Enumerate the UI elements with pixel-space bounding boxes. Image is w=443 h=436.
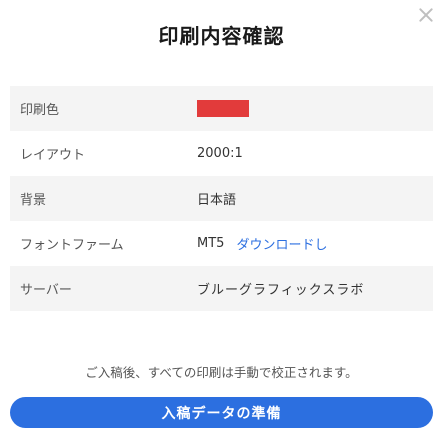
table-row: フォントファーム MT5 ダウンロードし bbox=[10, 221, 433, 266]
row-value bbox=[197, 100, 433, 117]
row-label: フォントファーム bbox=[20, 238, 124, 253]
table-row: サーバー ブルーグラフィックスラボ bbox=[10, 266, 433, 311]
row-label: サーバー bbox=[20, 283, 72, 298]
row-value: MT5 ダウンロードし bbox=[197, 234, 433, 253]
table-row: 背景 日本語 bbox=[10, 176, 433, 221]
table-row: レイアウト 2000:1 bbox=[10, 131, 433, 176]
row-label: 印刷色 bbox=[20, 103, 60, 118]
dialog-title: 印刷内容確認 bbox=[158, 24, 285, 48]
color-swatch bbox=[197, 100, 249, 117]
row-label: レイアウト bbox=[20, 148, 86, 163]
prepare-data-button[interactable]: 入稿データの準備 bbox=[10, 397, 433, 428]
row-value: 2000:1 bbox=[197, 146, 243, 161]
font-code: MT5 bbox=[197, 236, 225, 251]
note-text: ご入稿後、すべての印刷は手動で校正されます。 bbox=[85, 365, 358, 380]
row-value: ブルーグラフィックスラボ bbox=[197, 283, 365, 298]
table-row: 印刷色 bbox=[10, 86, 433, 131]
close-icon[interactable] bbox=[417, 6, 435, 24]
row-value: 日本語 bbox=[197, 193, 237, 208]
details-table: 印刷色 レイアウト 2000:1 背景 日本語 フォントファーム MT5 ダウン… bbox=[10, 86, 433, 311]
row-label: 背景 bbox=[20, 193, 47, 208]
download-link[interactable]: ダウンロードし bbox=[236, 234, 327, 253]
